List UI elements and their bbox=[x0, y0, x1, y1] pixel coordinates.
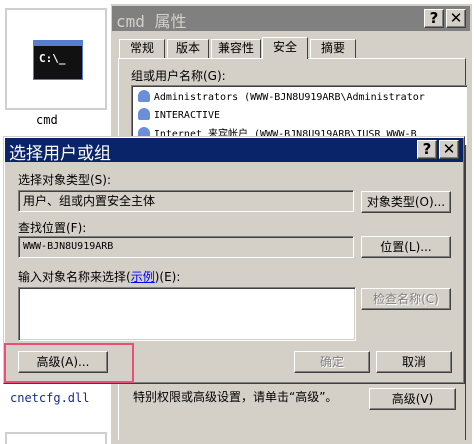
names-label: 输入对象名称来选择(示例)(E): bbox=[18, 268, 180, 285]
cmd-icon-glyph: C:\_ bbox=[39, 52, 66, 65]
group-label: 组或用户名称(G): bbox=[131, 69, 226, 83]
list-item-label: Administrators (WWW-BJN8U919ARB\Administ… bbox=[153, 92, 425, 103]
names-label-prefix: 输入对象名称来选择( bbox=[18, 270, 131, 284]
names-label-suffix: )(E): bbox=[154, 270, 181, 284]
properties-close-button[interactable]: ✕ bbox=[446, 9, 466, 28]
tab-security[interactable]: 安全 bbox=[262, 37, 308, 59]
properties-advanced-button[interactable]: 高级(V) bbox=[369, 388, 456, 410]
location-label: 查找位置(F): bbox=[18, 221, 87, 235]
tab-compatibility[interactable]: 兼容性 bbox=[211, 39, 261, 58]
properties-titlebar[interactable]: cmd 属性 ? ✕ bbox=[112, 6, 470, 31]
properties-help-button[interactable]: ? bbox=[424, 9, 444, 28]
locations-button[interactable]: 位置(L)... bbox=[361, 236, 451, 258]
object-type-label: 选择对象类型(S): bbox=[18, 173, 112, 187]
tab-general[interactable]: 常规 bbox=[119, 39, 165, 58]
examples-link[interactable]: 示例 bbox=[131, 270, 155, 284]
users-icon bbox=[138, 108, 150, 120]
check-names-button[interactable]: 检查名称(C) bbox=[361, 288, 451, 310]
dialog-close-button[interactable]: ✕ bbox=[439, 140, 459, 159]
dialog-title: 选择用户或组 bbox=[9, 144, 111, 164]
advanced-hint-text: 特别权限或高级设置，请单击“高级”。 bbox=[133, 390, 338, 404]
dialog-titlebar[interactable]: 选择用户或组 ? ✕ bbox=[5, 138, 463, 164]
location-field: WWW-BJN8U919ARB bbox=[18, 236, 354, 258]
properties-title: cmd 属性 bbox=[116, 12, 187, 31]
advanced-highlight-box bbox=[4, 343, 134, 383]
users-icon bbox=[138, 90, 150, 102]
ok-button[interactable]: 确定 bbox=[294, 351, 370, 373]
file-label[interactable]: cnetcfg.dll bbox=[10, 391, 89, 405]
list-item[interactable]: Administrators (WWW-BJN8U919ARB\Administ… bbox=[138, 89, 425, 103]
tab-version[interactable]: 版本 bbox=[167, 39, 209, 58]
cmd-console-icon: C:\_ bbox=[33, 40, 83, 80]
cancel-button[interactable]: 取消 bbox=[376, 351, 452, 373]
list-item[interactable]: INTERACTIVE bbox=[138, 107, 220, 121]
cmd-icon-tile[interactable]: C:\_ bbox=[5, 8, 107, 110]
object-types-button[interactable]: 对象类型(O)... bbox=[361, 191, 451, 213]
list-item-label: INTERACTIVE bbox=[153, 110, 221, 121]
tab-summary[interactable]: 摘要 bbox=[310, 39, 356, 58]
object-type-field: 用户、组或内置安全主体 bbox=[18, 190, 354, 212]
file-tile[interactable] bbox=[5, 432, 107, 444]
dialog-help-button[interactable]: ? bbox=[417, 140, 437, 159]
object-names-input[interactable] bbox=[18, 287, 356, 341]
cmd-icon-label: cmd bbox=[36, 113, 58, 127]
